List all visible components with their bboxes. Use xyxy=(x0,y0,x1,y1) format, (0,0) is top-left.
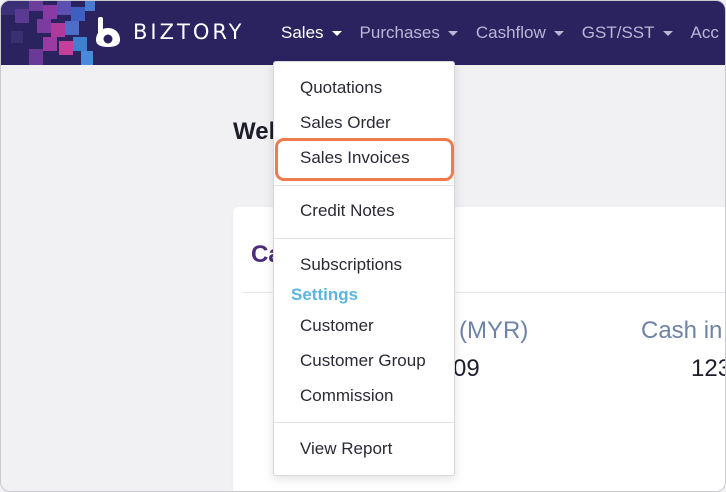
menu-item-customer-group[interactable]: Customer Group xyxy=(300,351,426,371)
top-navbar: BIZTORY Sales Purchases Cashflow GST/SST… xyxy=(1,1,725,65)
sales-dropdown-menu: Quotations Sales Order Sales Invoices Cr… xyxy=(273,61,455,476)
menu-heading-settings: Settings xyxy=(291,285,359,304)
chevron-down-icon xyxy=(447,30,458,36)
menu-divider xyxy=(274,238,454,239)
nav-accounting-label: Acc xyxy=(690,23,719,42)
menu-item-credit-notes[interactable]: Credit Notes xyxy=(300,201,394,221)
nav-cashflow[interactable]: Cashflow xyxy=(476,23,564,43)
app-window: BIZTORY Sales Purchases Cashflow GST/SST… xyxy=(0,0,726,492)
nav-cashflow-label: Cashflow xyxy=(475,23,546,42)
welcome-heading: Wel xyxy=(233,118,276,145)
nav-gst-sst-label: GST/SST xyxy=(581,23,655,42)
highlight-sales-invoices xyxy=(275,138,454,181)
menu-item-subscriptions[interactable]: Subscriptions xyxy=(300,255,402,275)
menu-item-commission[interactable]: Commission xyxy=(300,386,394,406)
nav-gst-sst[interactable]: GST/SST xyxy=(582,23,673,43)
menu-item-quotations[interactable]: Quotations xyxy=(300,78,382,98)
brand-logo[interactable]: BIZTORY xyxy=(93,16,244,48)
chevron-down-icon xyxy=(662,30,673,36)
menu-item-sales-order[interactable]: Sales Order xyxy=(300,113,391,133)
menu-divider xyxy=(274,185,454,186)
nav-sales-label: Sales xyxy=(281,23,324,42)
menu-divider xyxy=(274,422,454,423)
stat-label-cash-in: Cash in xyxy=(641,317,723,344)
nav-sales[interactable]: Sales xyxy=(281,23,342,43)
stat-value-2: 123 xyxy=(691,355,725,382)
nav-purchases[interactable]: Purchases xyxy=(360,23,458,43)
menu-item-view-report[interactable]: View Report xyxy=(300,439,392,459)
stat-label-myr: (MYR) xyxy=(459,317,529,344)
brand-name: BIZTORY xyxy=(133,20,245,44)
nav-accounting[interactable]: Acc xyxy=(691,23,719,43)
main-nav: Sales Purchases Cashflow GST/SST Acc xyxy=(281,1,725,65)
biztory-logo-icon xyxy=(96,17,120,47)
stat-value-1: 09 xyxy=(453,355,480,382)
chevron-down-icon xyxy=(331,30,342,36)
chevron-down-icon xyxy=(553,30,564,36)
menu-item-customer[interactable]: Customer xyxy=(300,316,374,336)
nav-purchases-label: Purchases xyxy=(359,23,440,42)
